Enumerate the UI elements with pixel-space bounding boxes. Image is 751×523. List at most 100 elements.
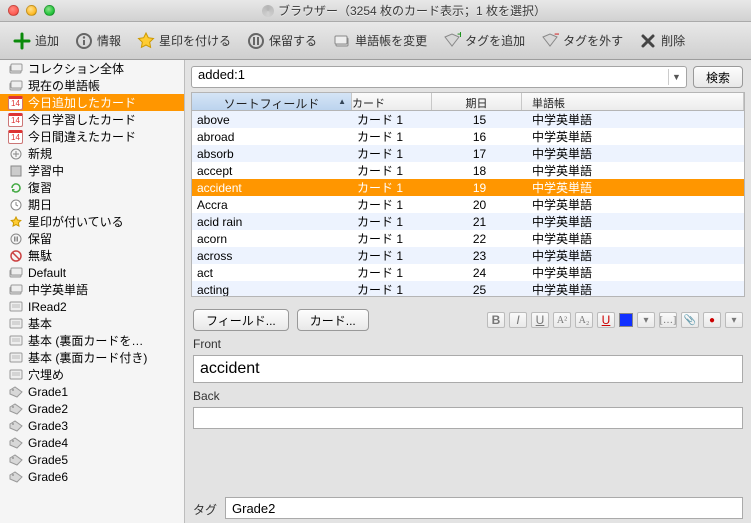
delete-button[interactable]: 削除 xyxy=(632,29,692,53)
sidebar-item-label: Grade6 xyxy=(28,470,68,484)
close-window-button[interactable] xyxy=(8,5,19,16)
sidebar-item[interactable]: 新規 xyxy=(0,145,184,162)
cards-button[interactable]: カード... xyxy=(297,309,369,331)
sidebar[interactable]: コレクション全体現在の単語帳14今日追加したカード14今日学習したカード14今日… xyxy=(0,60,185,523)
table-row[interactable]: abroadカード 116中学英単語 xyxy=(192,128,744,145)
table-row[interactable]: acid rainカード 121中学英単語 xyxy=(192,213,744,230)
window-title: ブラウザー（3254 枚のカード表示；1 枚を選択） xyxy=(65,2,743,19)
table-row[interactable]: actカード 124中学英単語 xyxy=(192,264,744,281)
zoom-window-button[interactable] xyxy=(44,5,55,16)
table-header: ソートフィールド▲ カード 期日 単語帳 xyxy=(192,93,744,111)
table-row[interactable]: Accraカード 120中学英単語 xyxy=(192,196,744,213)
cloze-button[interactable]: […] xyxy=(659,312,677,328)
more-button[interactable]: ▾ xyxy=(725,312,743,328)
removetag-button[interactable]: −タグを外す xyxy=(534,29,630,53)
sidebar-item-label: Grade5 xyxy=(28,453,68,467)
sidebar-item[interactable]: 復習 xyxy=(0,179,184,196)
sidebar-item[interactable]: 基本 (裏面カードを… xyxy=(0,332,184,349)
addtag-button[interactable]: +タグを追加 xyxy=(436,29,532,53)
table-cell: Accra xyxy=(192,198,352,212)
note-icon xyxy=(8,334,23,348)
editor-pane: フィールド... カード... B I U A² A₂ U ▾ […] 📎 ● … xyxy=(185,303,751,523)
color-button[interactable] xyxy=(619,313,633,327)
sidebar-item[interactable]: Grade1 xyxy=(0,383,184,400)
sidebar-item[interactable]: 保留 xyxy=(0,230,184,247)
col-sortfield[interactable]: ソートフィールド▲ xyxy=(192,93,352,110)
sidebar-item-label: 学習中 xyxy=(28,162,64,179)
sidebar-item-label: 基本 (裏面カード付き) xyxy=(28,349,147,366)
sidebar-item-label: 保留 xyxy=(28,230,52,247)
note-icon xyxy=(8,300,23,314)
attach-button[interactable]: 📎 xyxy=(681,312,699,328)
sidebar-item[interactable]: コレクション全体 xyxy=(0,60,184,77)
sidebar-item[interactable]: 期日 xyxy=(0,196,184,213)
info-icon xyxy=(75,32,93,50)
hold-button[interactable]: 保留する xyxy=(240,29,324,53)
sidebar-item[interactable]: Grade3 xyxy=(0,417,184,434)
col-deck[interactable]: 単語帳 xyxy=(522,93,744,110)
search-dropdown-icon[interactable]: ▼ xyxy=(668,69,684,85)
tag-input[interactable] xyxy=(225,497,743,519)
format-toolbar: B I U A² A₂ U ▾ […] 📎 ● ▾ xyxy=(487,312,743,328)
sidebar-item[interactable]: Grade2 xyxy=(0,400,184,417)
search-button[interactable]: 検索 xyxy=(693,66,743,88)
cal14-icon: 14 xyxy=(8,130,23,144)
table-cell: カード 1 xyxy=(352,281,432,296)
sidebar-item[interactable]: 穴埋め xyxy=(0,366,184,383)
bold-button[interactable]: B xyxy=(487,312,505,328)
table-row[interactable]: accidentカード 119中学英単語 xyxy=(192,179,744,196)
table-row[interactable]: actingカード 125中学英単語 xyxy=(192,281,744,296)
table-body[interactable]: aboveカード 115中学英単語abroadカード 116中学英単語absor… xyxy=(192,111,744,296)
underline-button[interactable]: U xyxy=(531,312,549,328)
sidebar-item[interactable]: 学習中 xyxy=(0,162,184,179)
sidebar-item[interactable]: Grade4 xyxy=(0,434,184,451)
sidebar-item[interactable]: 14今日学習したカード xyxy=(0,111,184,128)
table-cell: カード 1 xyxy=(352,128,432,145)
sidebar-item[interactable]: IRead2 xyxy=(0,298,184,315)
front-field[interactable]: accident xyxy=(193,355,743,383)
table-row[interactable]: acrossカード 123中学英単語 xyxy=(192,247,744,264)
sidebar-item-label: Default xyxy=(28,266,66,280)
col-card[interactable]: カード xyxy=(352,93,432,110)
search-input[interactable] xyxy=(198,67,652,82)
sidebar-item[interactable]: 星印が付いている xyxy=(0,213,184,230)
sidebar-item[interactable]: Grade6 xyxy=(0,468,184,485)
table-row[interactable]: acceptカード 118中学英単語 xyxy=(192,162,744,179)
tag-minus-icon: − xyxy=(541,32,559,50)
star-button[interactable]: 星印を付ける xyxy=(130,29,238,53)
info-button[interactable]: 情報 xyxy=(68,29,128,53)
table-cell: accept xyxy=(192,164,352,178)
table-cell: acorn xyxy=(192,232,352,246)
add-button[interactable]: 追加 xyxy=(6,29,66,53)
table-row[interactable]: absorbカード 117中学英単語 xyxy=(192,145,744,162)
table-row[interactable]: acornカード 122中学英単語 xyxy=(192,230,744,247)
fields-button[interactable]: フィールド... xyxy=(193,309,289,331)
sidebar-item[interactable]: 14今日間違えたカード xyxy=(0,128,184,145)
sidebar-item[interactable]: 現在の単語帳 xyxy=(0,77,184,94)
table-cell: 18 xyxy=(432,164,522,178)
sidebar-item[interactable]: 14今日追加したカード xyxy=(0,94,184,111)
sidebar-item[interactable]: 中学英単語 xyxy=(0,281,184,298)
color-dropdown-icon[interactable]: ▾ xyxy=(637,312,655,328)
col-due[interactable]: 期日 xyxy=(432,93,522,110)
tag-icon xyxy=(8,436,23,450)
italic-button[interactable]: I xyxy=(509,312,527,328)
record-button[interactable]: ● xyxy=(703,312,721,328)
refresh-icon xyxy=(8,181,23,195)
superscript-button[interactable]: A² xyxy=(553,312,571,328)
clear-format-button[interactable]: U xyxy=(597,312,615,328)
sidebar-item[interactable]: Default xyxy=(0,264,184,281)
changedeck-button[interactable]: 単語帳を変更 xyxy=(326,29,434,53)
sidebar-item[interactable]: Grade5 xyxy=(0,451,184,468)
table-cell: accident xyxy=(192,181,352,195)
subscript-button[interactable]: A₂ xyxy=(575,312,593,328)
table-row[interactable]: aboveカード 115中学英単語 xyxy=(192,111,744,128)
sidebar-item[interactable]: 無駄 xyxy=(0,247,184,264)
card-table: ソートフィールド▲ カード 期日 単語帳 aboveカード 115中学英単語ab… xyxy=(191,92,745,297)
sidebar-item-label: Grade1 xyxy=(28,385,68,399)
minimize-window-button[interactable] xyxy=(26,5,37,16)
deck-icon xyxy=(8,79,23,93)
sidebar-item[interactable]: 基本 (裏面カード付き) xyxy=(0,349,184,366)
sidebar-item[interactable]: 基本 xyxy=(0,315,184,332)
back-field[interactable] xyxy=(193,407,743,429)
